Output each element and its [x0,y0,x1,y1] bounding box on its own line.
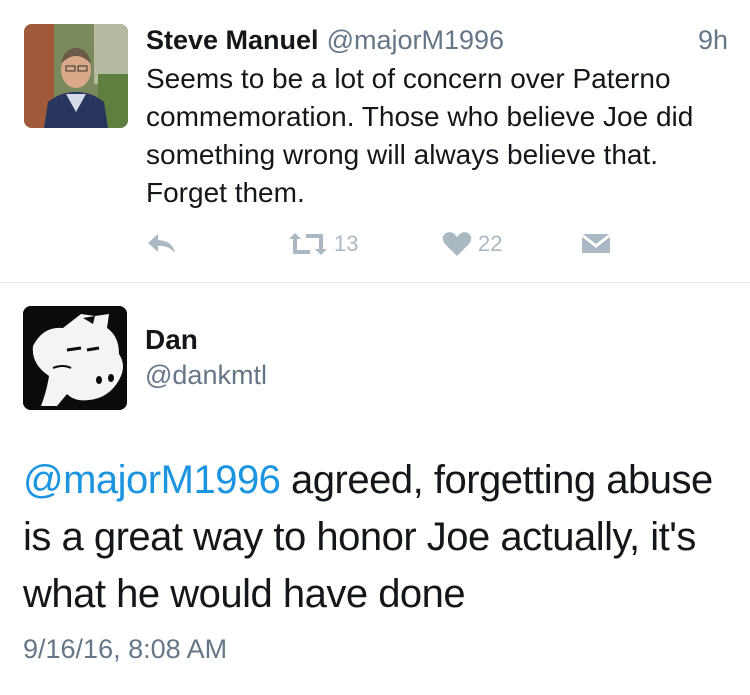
reply-text: @majorM1996 agreed, forgetting abuse is … [23,452,723,623]
mention-link[interactable]: @majorM1996 [23,458,281,502]
tweet-timestamp[interactable]: 9/16/16, 8:08 AM [23,634,227,665]
tweet-text: Seems to be a lot of concern over Patern… [146,63,694,208]
like-button[interactable]: 22 [442,226,502,262]
author-name[interactable]: Dan [145,324,198,356]
author-name[interactable]: Steve Manuel [146,25,319,55]
heart-icon [442,232,472,256]
avatar-photo [24,24,128,128]
like-count: 22 [478,231,503,256]
avatar[interactable] [24,24,128,128]
envelope-icon [581,233,611,253]
author-handle[interactable]: @dankmtl [145,360,267,391]
retweet-icon [289,233,327,255]
tweet-steve-manuel[interactable]: Steve Manuel @majorM1996 9h Seems to be a… [0,0,750,283]
author-handle[interactable]: @majorM1996 [327,25,504,55]
tweet-actions: 13 22 [146,226,646,262]
reply-icon [148,234,175,253]
reply-button[interactable] [146,226,178,262]
retweet-count: 13 [334,231,359,256]
tweet-time[interactable]: 9h [698,22,728,58]
avatar-drawing [23,306,127,410]
avatar[interactable] [23,306,127,410]
direct-message-button[interactable] [580,226,612,262]
tweet-header: Steve Manuel @majorM1996 9h [146,22,728,58]
retweet-button[interactable]: 13 [288,226,358,262]
